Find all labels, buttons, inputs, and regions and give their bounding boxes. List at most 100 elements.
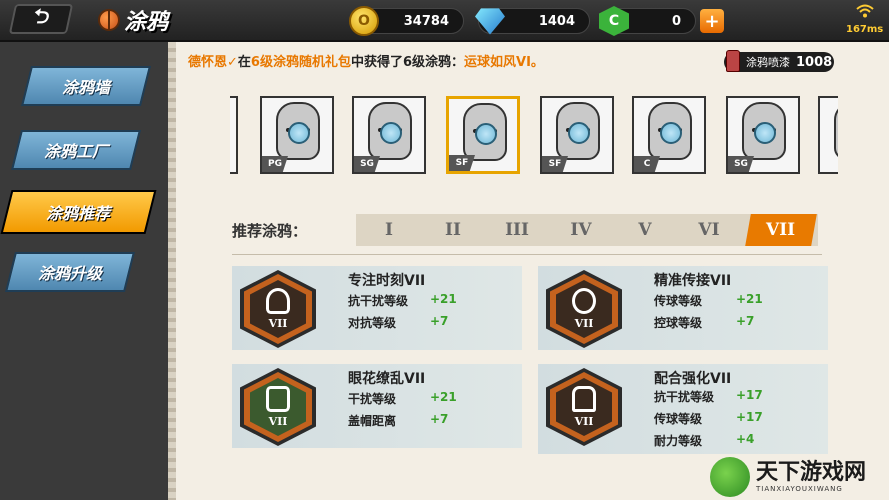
player-card[interactable]: PG — [260, 96, 334, 174]
stat-value: +21 — [430, 390, 457, 404]
left-nav: 涂鸦墙 涂鸦工厂 涂鸦推荐 涂鸦升级 — [0, 42, 170, 500]
diamond-icon — [475, 8, 505, 35]
lock-icon — [660, 122, 682, 144]
notice-pack: 6级涂鸦随机礼包 — [250, 55, 351, 70]
nav-graffiti-upgrade[interactable]: 涂鸦升级 — [5, 252, 135, 292]
player-card[interactable]: SG — [352, 96, 426, 174]
notice-text: 在 — [237, 55, 251, 70]
position-tag: PG — [262, 156, 288, 172]
tier-label: V — [638, 220, 652, 240]
tier-tab-4[interactable]: IV — [548, 214, 614, 246]
tier-tab-2[interactable]: II — [420, 214, 486, 246]
tier-label: IV — [570, 220, 592, 240]
tier-label: VII — [766, 220, 796, 240]
tier-label: VI — [698, 220, 720, 240]
player-strip[interactable]: PG SG SF SF C SG PF — [230, 96, 838, 176]
position-tag: SG — [354, 156, 380, 172]
coin-value: 34784 — [403, 13, 449, 29]
stat-name: 盖帽距离 — [348, 414, 397, 428]
lock-icon — [754, 122, 776, 144]
graffiti-title: 配合强化VII — [654, 371, 732, 387]
paint-label: 涂鸦喷漆 — [746, 56, 790, 69]
position-tag: C — [634, 156, 660, 172]
shooting-figure-icon — [266, 288, 290, 314]
player-card[interactable]: SF — [540, 96, 614, 174]
recommend-label: 推荐涂鸦： — [232, 222, 308, 240]
diamond-value: 1404 — [538, 13, 575, 29]
player-card[interactable]: C — [632, 96, 706, 174]
tier-tab-1[interactable]: I — [356, 214, 422, 246]
player-portrait — [834, 102, 838, 160]
basketball-icon — [98, 9, 120, 31]
wifi-icon — [856, 4, 874, 18]
player-card[interactable] — [230, 96, 238, 174]
player-card[interactable]: PF — [818, 96, 838, 174]
broadcast-notice: 德怀恩✓在6级涂鸦随机礼包中获得了6级涂鸦：运球如风VI。 — [188, 51, 544, 70]
graffiti-badge: VII — [240, 270, 316, 348]
position-tag: SF — [449, 155, 475, 171]
graffiti-card[interactable]: VII 专注时刻VII 抗干扰等级 +21 对抗等级 +7 — [232, 266, 522, 350]
ping-text: 167ms — [846, 24, 884, 35]
nav-label: 涂鸦墙 — [61, 78, 110, 97]
spray-can-icon — [726, 50, 740, 72]
back-arrow-icon: ⮌ — [31, 4, 53, 28]
notice-item: 运球如风VI。 — [464, 55, 544, 70]
nav-graffiti-factory[interactable]: 涂鸦工厂 — [11, 130, 141, 170]
graffiti-title: 眼花缭乱VII — [348, 371, 426, 387]
back-button[interactable]: ⮌ — [8, 4, 74, 34]
stat-value: +21 — [430, 292, 457, 306]
graffiti-card[interactable]: VII 配合强化VII 抗干扰等级 +17 传球等级 +17 耐力等级 +4 — [538, 364, 828, 454]
graffiti-card[interactable]: VII 眼花缭乱VII 干扰等级 +21 盖帽距离 +7 — [232, 364, 522, 448]
graffiti-badge: VII — [546, 270, 622, 348]
defender-figure-icon — [266, 386, 290, 412]
nav-graffiti-recommend[interactable]: 涂鸦推荐 — [0, 190, 157, 234]
graffiti-badge: VII — [546, 368, 622, 446]
stat-name: 传球等级 — [654, 294, 703, 308]
tier-selector: I II III IV V VI VII — [356, 214, 818, 246]
tier-tab-3[interactable]: III — [484, 214, 550, 246]
stat-name: 传球等级 — [654, 412, 703, 426]
tier-tab-7[interactable]: VII — [745, 214, 817, 246]
tier-tab-5[interactable]: V — [612, 214, 678, 246]
player-card[interactable]: SG — [726, 96, 800, 174]
nav-label: 涂鸦升级 — [37, 264, 102, 283]
player-card-selected[interactable]: SF — [446, 96, 520, 174]
watermark-name: 天下游戏网 — [756, 460, 867, 485]
tier-tab-6[interactable]: VI — [676, 214, 742, 246]
stat-name: 抗干扰等级 — [654, 390, 715, 404]
stat-value: +21 — [736, 292, 763, 306]
site-watermark: 天下游戏网 TIANXIAYOUXIWANG — [710, 456, 886, 498]
graffiti-title: 专注时刻VII — [348, 273, 426, 289]
stat-value: +4 — [736, 432, 755, 446]
lock-icon — [475, 123, 497, 145]
watermark-sub: TIANXIAYOUXIWANG — [756, 485, 843, 493]
graffiti-title: 精准传接VII — [654, 273, 732, 289]
lock-icon — [288, 122, 310, 144]
add-currency-button[interactable]: + — [700, 9, 724, 33]
divider — [232, 254, 822, 255]
stat-name: 耐力等级 — [654, 434, 703, 448]
stat-name: 对抗等级 — [348, 316, 397, 330]
tier-label: I — [385, 220, 393, 240]
stat-name: 抗干扰等级 — [348, 294, 409, 308]
coin-icon: O — [349, 6, 379, 36]
title-area: 涂鸦 — [98, 2, 198, 38]
graffiti-badge: VII — [240, 368, 316, 446]
coin-balance: O 34784 — [349, 6, 464, 36]
diamond-balance: 1404 — [475, 8, 590, 35]
lock-icon — [568, 122, 590, 144]
nav-label: 涂鸦推荐 — [46, 204, 111, 223]
page-title: 涂鸦 — [124, 10, 169, 35]
position-tag: SG — [728, 156, 754, 172]
c-point-value: 0 — [671, 13, 681, 29]
watermark-logo-icon — [710, 457, 750, 497]
team-figure-icon — [572, 386, 596, 412]
stat-value: +17 — [736, 388, 763, 402]
notice-player: 德怀恩✓ — [188, 55, 238, 70]
nav-label: 涂鸦工厂 — [43, 142, 108, 161]
lock-icon — [380, 122, 402, 144]
nav-graffiti-wall[interactable]: 涂鸦墙 — [21, 66, 151, 106]
notice-text: 中获得了6级涂鸦： — [350, 55, 465, 70]
graffiti-card[interactable]: VII 精准传接VII 传球等级 +21 控球等级 +7 — [538, 266, 828, 350]
tier-label: III — [505, 220, 529, 240]
